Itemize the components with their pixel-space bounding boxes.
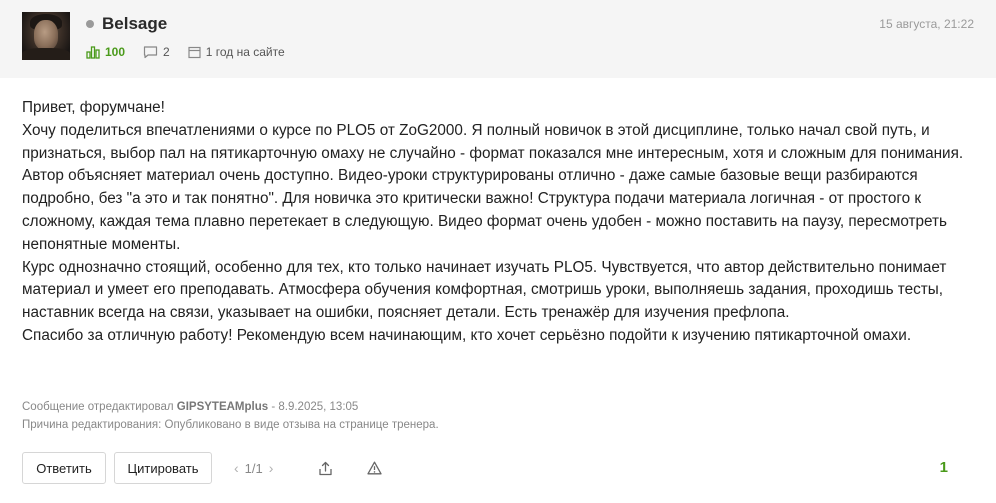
post-paragraph: Курс однозначно стоящий, особенно для те… xyxy=(22,258,947,322)
edit-line: Сообщение отредактировал GIPSYTEAMplus -… xyxy=(22,398,439,416)
quote-button[interactable]: Цитировать xyxy=(114,452,212,484)
post-paragraph: Автор объясняет материал очень доступно.… xyxy=(22,167,947,253)
avatar[interactable] xyxy=(22,12,70,60)
edit-reason: Причина редактирования: Опубликовано в в… xyxy=(22,419,439,431)
online-status-dot xyxy=(86,20,94,28)
pager: ‹ 1/1 › xyxy=(228,460,279,476)
bar-chart-icon xyxy=(86,46,100,59)
edit-prefix: Сообщение отредактировал xyxy=(22,401,174,413)
chevron-right-icon[interactable]: › xyxy=(269,460,274,476)
post-paragraph: Привет, форумчане! xyxy=(22,99,165,116)
editor-name[interactable]: GIPSYTEAMplus xyxy=(177,401,268,413)
chevron-left-icon[interactable]: ‹ xyxy=(234,460,239,476)
messages-count: 2 xyxy=(163,45,170,59)
author-messages: 2 xyxy=(143,45,170,59)
rating-value: 100 xyxy=(105,45,126,59)
edit-date: - 8.9.2025, 13:05 xyxy=(271,401,359,413)
post-body: Привет, форумчане! Хочу поделиться впеча… xyxy=(22,97,982,348)
calendar-icon xyxy=(188,46,201,59)
author-stats: 100 2 1 год на сайте xyxy=(86,44,303,60)
warning-icon[interactable] xyxy=(365,459,383,477)
post-header: Belsage 15 августа, 21:22 100 2 1 год на… xyxy=(0,0,996,78)
pager-value: 1/1 xyxy=(244,460,263,476)
post-timestamp[interactable]: 15 августа, 21:22 xyxy=(879,17,974,31)
post-footer: Ответить Цитировать ‹ 1/1 › 1 xyxy=(22,452,974,484)
author-rating: 100 xyxy=(86,45,125,59)
member-since: 1 год на сайте xyxy=(205,45,285,59)
post-paragraph: Хочу поделиться впечатлениями о курсе по… xyxy=(22,121,964,162)
author-membership: 1 год на сайте xyxy=(188,45,285,59)
reply-button[interactable]: Ответить xyxy=(22,452,106,484)
edit-info: Сообщение отредактировал GIPSYTEAMplus -… xyxy=(22,398,439,434)
share-icon[interactable] xyxy=(316,459,334,477)
post-paragraph: Спасибо за отличную работу! Рекомендую в… xyxy=(22,326,912,344)
speech-bubble-icon xyxy=(143,46,158,59)
likes-count[interactable]: 1 xyxy=(940,459,948,476)
author-name[interactable]: Belsage xyxy=(102,14,167,34)
